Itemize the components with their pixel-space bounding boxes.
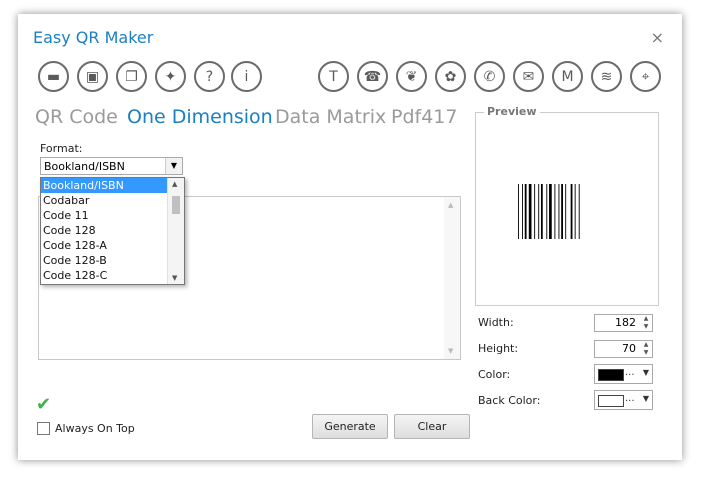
dropdown-item[interactable]: Code 128 [41, 223, 167, 238]
success-check-icon: ✔ [36, 394, 52, 415]
barcode-bar [558, 184, 560, 239]
barcode-bar [524, 184, 527, 239]
format-select[interactable]: Bookland/ISBN ▼ [40, 157, 183, 175]
dropdown-item[interactable]: Code 128-A [41, 238, 167, 253]
format-dropdown-list[interactable]: Bookland/ISBN Codabar Code 11 Code 128 C… [40, 177, 185, 285]
sms-icon[interactable]: ✉ [513, 61, 544, 92]
height-label: Height: [478, 342, 519, 355]
tab-data-matrix[interactable]: Data Matrix [275, 106, 386, 128]
format-label: Format: [40, 142, 83, 155]
barcode-bar [574, 184, 576, 239]
scroll-down-icon[interactable]: ▼ [448, 347, 453, 355]
back-color-ellipsis: ... [625, 393, 635, 404]
barcode-bar [561, 184, 563, 239]
always-on-top-label: Always On Top [55, 422, 135, 435]
stepper-arrows-icon[interactable]: ▲ ▼ [640, 341, 652, 357]
help-icon[interactable]: ? [194, 61, 225, 92]
width-label: Width: [478, 316, 514, 329]
barcode-bar [565, 184, 567, 239]
barcode-bar [522, 184, 523, 239]
color-label: Color: [478, 368, 511, 381]
always-on-top-option[interactable]: Always On Top [37, 422, 135, 435]
barcode-bar [554, 184, 556, 239]
width-stepper[interactable]: 182 ▲ ▼ [594, 314, 653, 332]
format-selected-value: Bookland/ISBN [44, 160, 125, 173]
scroll-thumb[interactable] [172, 196, 180, 214]
contact-icon[interactable]: ☎ [357, 61, 388, 92]
dropdown-item[interactable]: Codabar [41, 193, 167, 208]
barcode-bar [518, 184, 519, 239]
open-folder-icon[interactable]: ▬ [38, 61, 69, 92]
close-icon[interactable]: × [651, 28, 664, 47]
barcode-preview [518, 184, 580, 239]
always-on-top-checkbox[interactable] [37, 422, 50, 435]
height-value: 70 [622, 342, 636, 355]
chevron-down-icon[interactable]: ▼ [643, 368, 649, 377]
phone-icon[interactable]: ✆ [474, 61, 505, 92]
app-window: Easy QR Maker × ▬ ▣ ❐ ✦? i T ☎ ❦ ✿ ✆ ✉ M ≋ ⌖ QR Code … [18, 14, 682, 460]
barcode-bar [534, 184, 536, 239]
barcode-bar [546, 184, 548, 239]
barcode-bar [570, 184, 573, 239]
tab-one-dimension[interactable]: One Dimension [127, 106, 273, 128]
scroll-up-icon[interactable]: ▲ [448, 201, 453, 209]
info-icon[interactable]: i [231, 61, 262, 92]
dropdown-item[interactable]: Code 128-C [41, 268, 167, 283]
scroll-down-icon[interactable]: ▼ [172, 274, 177, 282]
barcode-bar [549, 184, 552, 239]
chevron-down-icon[interactable]: ▼ [643, 394, 649, 403]
location-icon[interactable]: ⌖ [630, 61, 661, 92]
clear-button[interactable]: Clear [394, 414, 470, 439]
scroll-up-icon[interactable]: ▲ [172, 180, 177, 188]
tab-qr-code[interactable]: QR Code [35, 106, 118, 128]
map-icon[interactable]: ✿ [435, 61, 466, 92]
barcode-bar [578, 184, 580, 239]
gmail-icon[interactable]: M [552, 61, 583, 92]
tab-pdf417[interactable]: Pdf417 [391, 106, 457, 128]
width-value: 182 [615, 316, 636, 329]
stepper-arrows-icon[interactable]: ▲ ▼ [640, 315, 652, 331]
back-color-swatch [598, 395, 624, 407]
dropdown-item[interactable]: Code 11 [41, 208, 167, 223]
barcode-bar [538, 184, 540, 239]
barcode-bar [528, 184, 532, 239]
window-title: Easy QR Maker [33, 28, 154, 47]
color-swatch [598, 369, 624, 381]
wifi-icon[interactable]: ≋ [591, 61, 622, 92]
textarea-scrollbar[interactable]: ▲ ▼ [444, 197, 460, 359]
dropdown-item[interactable]: Bookland/ISBN [41, 178, 167, 193]
back-color-label: Back Color: [478, 394, 541, 407]
back-color-picker[interactable]: ... ▼ [594, 390, 653, 410]
color-picker[interactable]: ... ▼ [594, 364, 653, 384]
generate-button[interactable]: Generate [312, 414, 388, 439]
text-icon[interactable]: T [318, 61, 349, 92]
color-ellipsis: ... [625, 367, 635, 378]
dropdown-item[interactable]: Code 128-B [41, 253, 167, 268]
chevron-down-icon[interactable]: ▼ [165, 158, 182, 174]
dropdown-scrollbar[interactable]: ▲ ▼ [167, 178, 184, 284]
bird-icon[interactable]: ❦ [396, 61, 427, 92]
copy-icon[interactable]: ❐ [116, 61, 147, 92]
twitter-icon[interactable]: ✦ [155, 61, 186, 92]
height-stepper[interactable]: 70 ▲ ▼ [594, 340, 653, 358]
barcode-bar [540, 184, 543, 239]
preview-legend: Preview [484, 105, 540, 118]
save-icon[interactable]: ▣ [77, 61, 108, 92]
